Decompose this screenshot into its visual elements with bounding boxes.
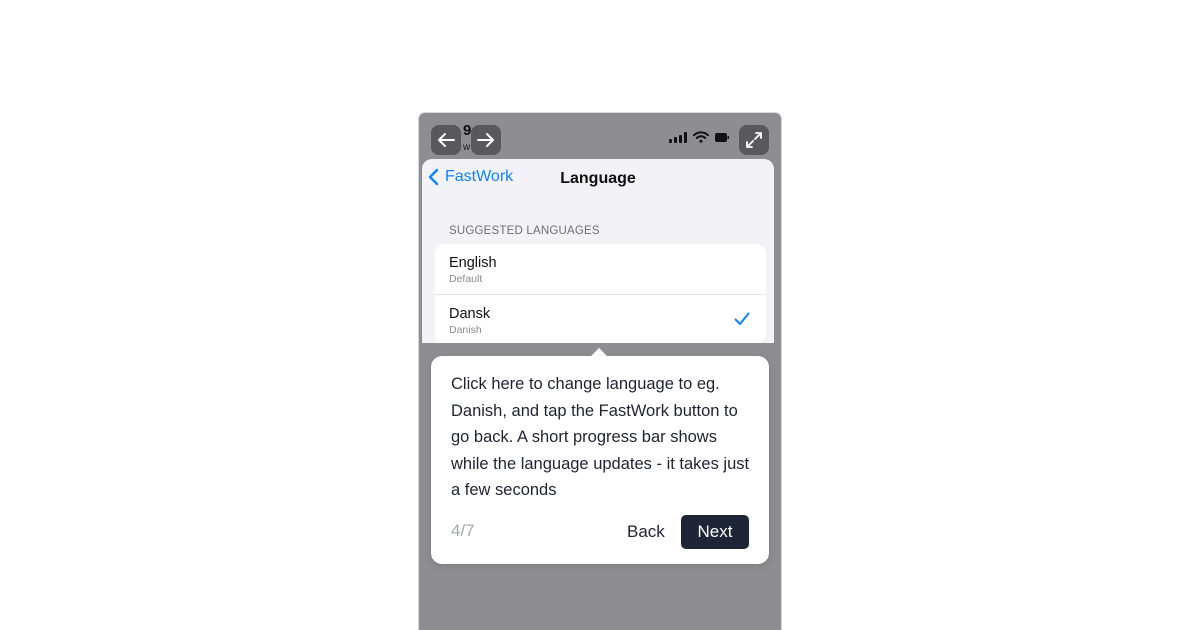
status-sub-text: w (463, 142, 471, 153)
language-subtitle: Danish (449, 324, 482, 336)
arrow-right-icon (477, 133, 494, 147)
section-header: SUGGESTED LANGUAGES (449, 225, 600, 237)
expand-button[interactable] (739, 125, 769, 155)
tooltip-text: Click here to change language to eg. Dan… (451, 375, 750, 499)
tooltip-next-button[interactable]: Next (681, 515, 749, 549)
tooltip-back-button[interactable]: Back (617, 515, 675, 549)
wifi-icon (693, 131, 709, 143)
language-row-dansk[interactable]: Dansk Danish (435, 294, 766, 343)
chevron-left-icon (428, 168, 439, 186)
tooltip-arrow (591, 348, 607, 356)
prev-arrow-button[interactable] (431, 125, 461, 155)
language-name: Dansk (449, 306, 491, 322)
back-button-label: FastWork (445, 168, 514, 185)
battery-icon (715, 133, 729, 142)
onboarding-tooltip: Click here to change language to eg. Dan… (431, 356, 769, 564)
signal-icon (669, 132, 687, 143)
language-list: English Default Dansk Danish (435, 244, 766, 343)
status-icons (669, 131, 729, 143)
back-to-fastwork-button[interactable]: FastWork (428, 168, 513, 186)
arrow-left-icon (438, 133, 455, 147)
language-row-english[interactable]: English Default (435, 244, 766, 294)
language-sheet: Language FastWork SUGGESTED LANGUAGES En… (422, 159, 774, 343)
expand-icon (746, 132, 762, 148)
language-subtitle: Default (449, 273, 483, 285)
language-name: English (449, 255, 497, 271)
next-arrow-button[interactable] (471, 125, 501, 155)
checkmark-icon (734, 312, 750, 325)
step-counter: 4/7 (451, 521, 475, 540)
